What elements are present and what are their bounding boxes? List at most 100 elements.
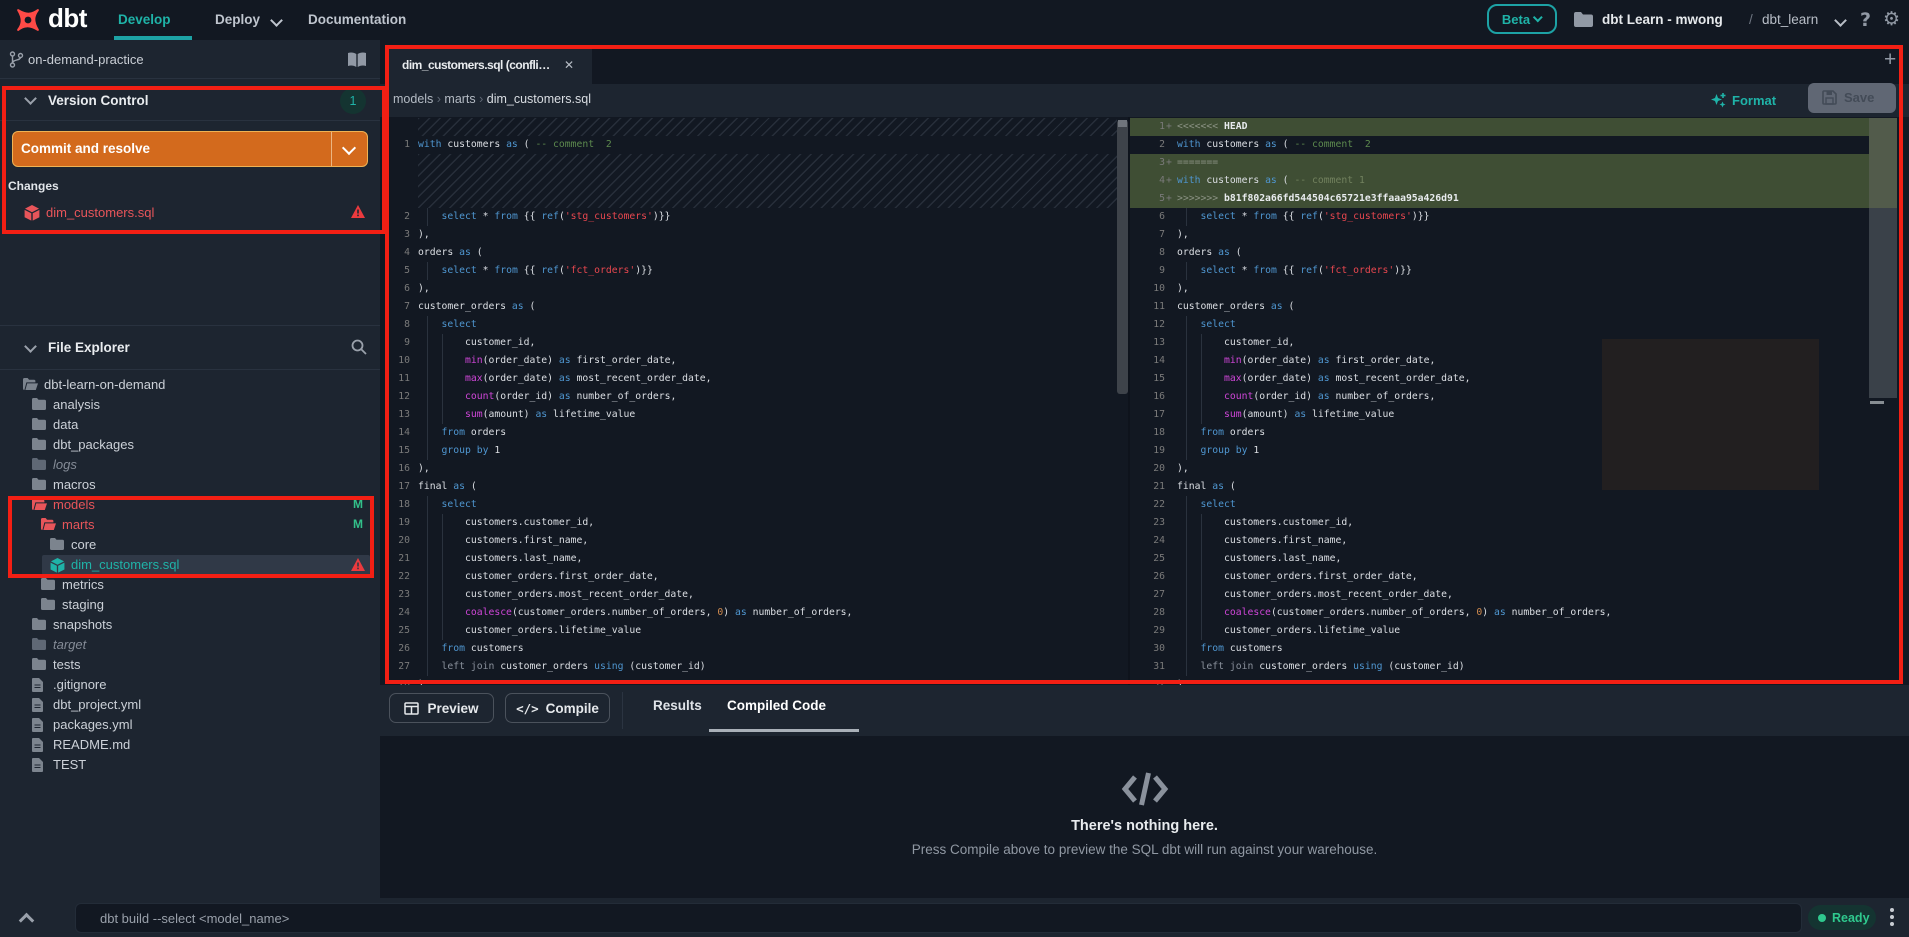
line-number: 16	[398, 463, 410, 474]
branch-name[interactable]: on-demand-practice	[28, 52, 144, 67]
tree-item-logs[interactable]: logs	[0, 455, 380, 475]
tree-item-macros[interactable]: macros	[0, 475, 380, 495]
code-left-line-8: select	[441, 319, 477, 330]
account-name[interactable]: dbt Learn - mwong	[1602, 12, 1723, 27]
line-number: 16	[1153, 391, 1165, 402]
new-tab-icon[interactable]: +	[1884, 48, 1896, 72]
tree-item-staging[interactable]: staging	[0, 595, 380, 615]
line-number: 7	[1159, 229, 1165, 240]
tree-item-readme-md[interactable]: README.md	[0, 735, 380, 755]
breadcrumb-bar: models › marts › dim_customers.sql Forma…	[380, 83, 1909, 117]
breadcrumb-item[interactable]: dim_customers.sql	[487, 92, 591, 106]
preview-button[interactable]: Preview	[389, 693, 494, 723]
line-number: 27	[398, 661, 410, 672]
breadcrumb-item[interactable]: marts	[444, 92, 475, 106]
line-number: 30	[1153, 643, 1165, 654]
code-left-line-13: sum(amount) as lifetime_value	[464, 409, 636, 420]
code-left-line-19: customers.customer_id,	[418, 517, 595, 528]
code-left-line-7: customer_orders as (	[418, 301, 536, 312]
compile-button[interactable]: </> Compile	[505, 693, 610, 723]
pane-divider[interactable]	[1128, 117, 1130, 685]
tree-item-target[interactable]: target	[0, 635, 380, 655]
dbt-ide-app: dbt Develop Deploy Documentation Beta db…	[0, 0, 1909, 937]
compiled-code-tab[interactable]: Compiled Code	[727, 698, 826, 713]
beta-badge[interactable]: Beta	[1487, 4, 1557, 34]
commit-button-label: Commit and resolve	[21, 141, 151, 156]
code-left-line-4: orders as (	[418, 247, 483, 258]
empty-state-subtitle: Press Compile above to preview the SQL d…	[911, 842, 1378, 857]
project-folder-icon	[1574, 12, 1593, 27]
left-pane-scrollbar[interactable]	[1117, 120, 1128, 394]
line-number: 20	[398, 535, 410, 546]
model-file-icon	[24, 205, 40, 221]
tree-item-label: macros	[53, 477, 96, 492]
nav-item-documentation[interactable]: Documentation	[308, 12, 406, 27]
status-menu-kebab-icon[interactable]	[1890, 908, 1894, 926]
account-path-separator: /	[1749, 12, 1753, 27]
tree-item-dbt-packages[interactable]: dbt_packages	[0, 435, 380, 455]
right-pane-minimap[interactable]	[1869, 208, 1897, 398]
editor-tab[interactable]: dim_customers.sql (confli… ✕	[385, 48, 592, 84]
code-right-line-11: customer_orders as (	[1177, 301, 1295, 312]
changed-file-name: dim_customers.sql	[46, 205, 155, 220]
folder-icon	[32, 478, 46, 490]
code-left-line-14: from orders	[441, 427, 507, 438]
tree-item-models[interactable]: models M	[0, 495, 380, 515]
nav-item-deploy[interactable]: Deploy	[215, 12, 260, 27]
tree-item-dbt-learn-on-demand[interactable]: dbt-learn-on-demand	[0, 375, 380, 395]
code-left-line-6: ),	[418, 283, 430, 294]
line-number: 12	[1153, 319, 1165, 330]
settings-gear-icon[interactable]: ⚙	[1883, 8, 1900, 30]
right-pane-minimap-green[interactable]	[1869, 118, 1897, 208]
tree-item-core[interactable]: core	[0, 535, 380, 555]
line-number: 6	[1159, 211, 1165, 222]
line-number: 10	[398, 355, 410, 366]
breadcrumb-separator-icon: ›	[433, 92, 445, 106]
tree-item-packages-yml[interactable]: packages.yml	[0, 715, 380, 735]
command-input[interactable]: dbt build --select <model_name>	[75, 903, 1802, 933]
project-chevron-icon[interactable]	[1834, 14, 1847, 27]
tree-item-label: marts	[62, 517, 95, 532]
version-control-header[interactable]: Version Control 1	[0, 80, 380, 121]
tree-item-label: TEST	[53, 757, 87, 772]
tree-item-label: data	[53, 417, 79, 432]
tree-item-dbt-project-yml[interactable]: dbt_project.yml	[0, 695, 380, 715]
tree-item-snapshots[interactable]: snapshots	[0, 615, 380, 635]
nav-item-develop[interactable]: Develop	[118, 12, 171, 27]
code-right-line-22: select	[1200, 499, 1236, 510]
format-button[interactable]: Format	[1732, 93, 1776, 108]
line-number: 14	[1153, 355, 1165, 366]
breadcrumb-item[interactable]: models	[393, 92, 433, 106]
results-tab[interactable]: Results	[653, 698, 702, 713]
save-button[interactable]: Save	[1808, 83, 1896, 113]
line-number: 20	[1153, 463, 1165, 474]
commit-dropdown-chevron-icon[interactable]	[341, 140, 357, 156]
version-control-badge: 1	[340, 88, 366, 114]
empty-state-title: There's nothing here.	[1071, 818, 1218, 834]
file-explorer-header[interactable]: File Explorer	[0, 325, 380, 370]
line-number: 21	[1153, 481, 1165, 492]
tree-item-metrics[interactable]: metrics	[0, 575, 380, 595]
docs-book-icon[interactable]	[347, 52, 367, 68]
changed-file-row[interactable]: dim_customers.sql	[0, 202, 380, 224]
code-left-line-27: left join customer_orders using (custome…	[441, 661, 706, 672]
line-number: 11	[1153, 301, 1165, 312]
line-number: 3	[1159, 157, 1165, 168]
tree-item-analysis[interactable]: analysis	[0, 395, 380, 415]
dbt-logo-icon[interactable]	[13, 5, 43, 35]
diff-plus-marker: +	[1166, 121, 1172, 132]
tree-item-tests[interactable]: tests	[0, 655, 380, 675]
tree-item--gitignore[interactable]: .gitignore	[0, 675, 380, 695]
commit-and-resolve-button[interactable]: Commit and resolve	[12, 131, 368, 167]
code-editor[interactable]: 1 with customers as ( -- comment 2 2 selec…	[380, 117, 1909, 685]
tree-item-marts[interactable]: marts M	[0, 515, 380, 535]
tree-item-dim-customers-sql[interactable]: dim_customers.sql	[0, 555, 380, 575]
help-icon[interactable]: ?	[1860, 9, 1871, 31]
tree-item-data[interactable]: data	[0, 415, 380, 435]
panel-collapse-chevron-icon[interactable]	[18, 912, 35, 929]
project-name[interactable]: dbt_learn	[1762, 12, 1818, 27]
ready-status-label: Ready	[1832, 910, 1870, 925]
search-icon[interactable]	[351, 339, 367, 355]
tree-item-test[interactable]: TEST	[0, 755, 380, 775]
tab-close-icon[interactable]: ✕	[564, 58, 574, 72]
